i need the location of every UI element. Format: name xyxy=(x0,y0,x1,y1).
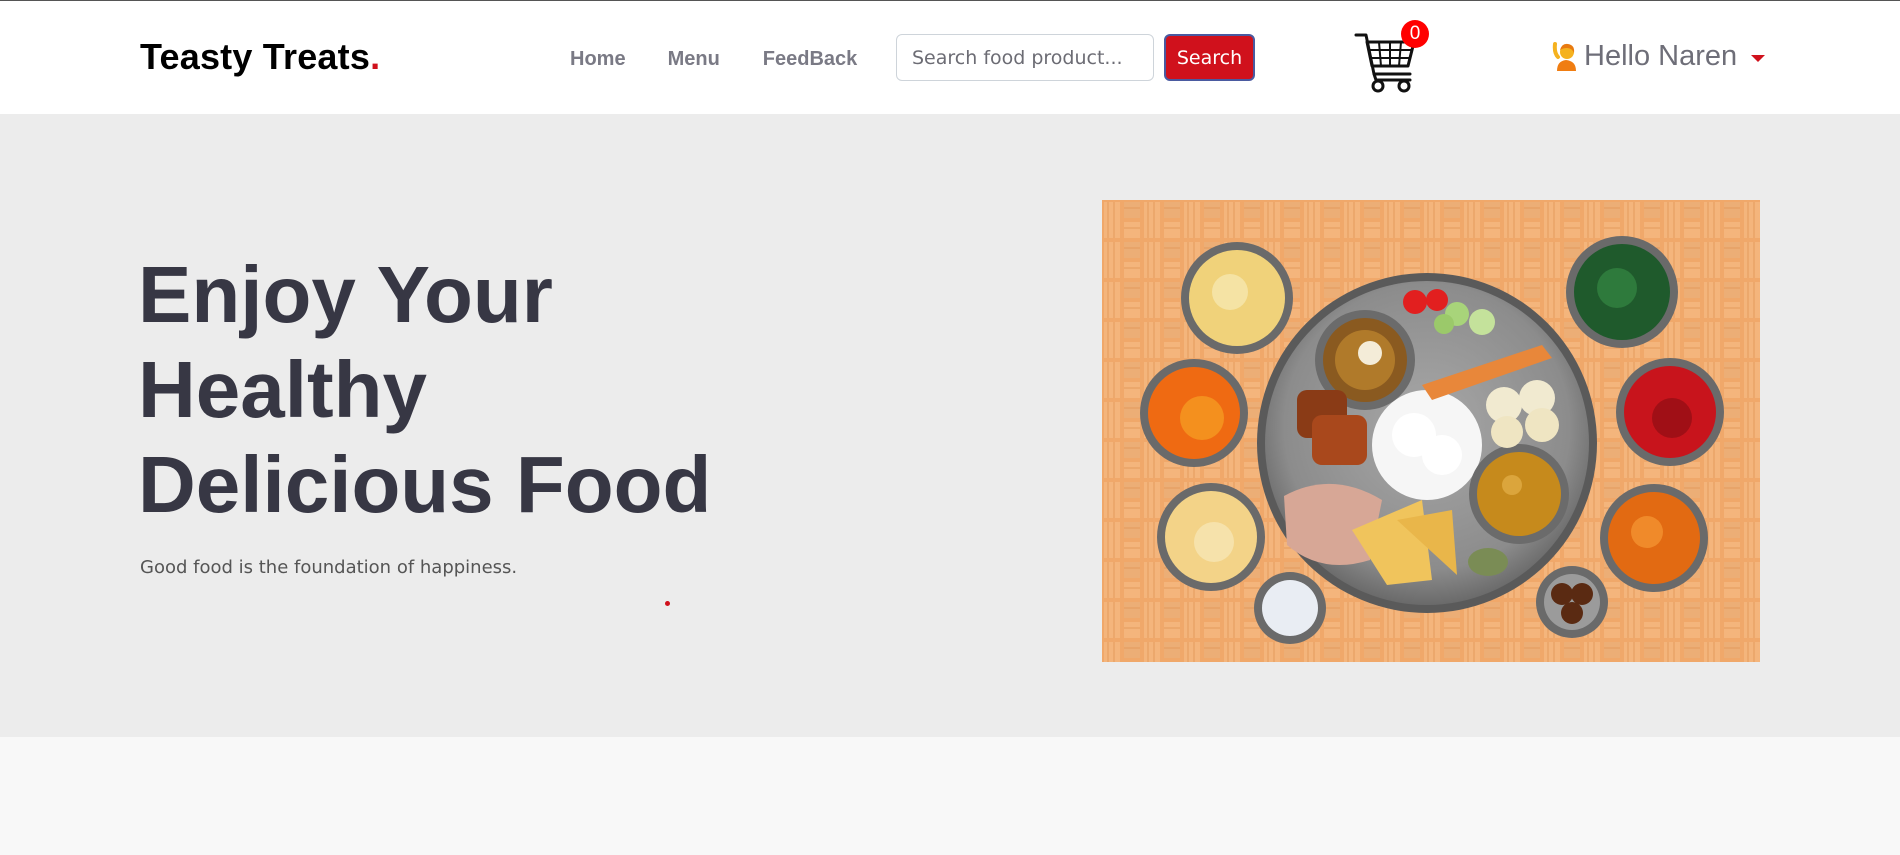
user-greeting: Hello Naren xyxy=(1584,40,1738,72)
navbar: Teasty Treats. Home Menu FeedBack Search… xyxy=(0,1,1900,114)
hero-title-line-3: Delicious Food xyxy=(138,440,712,529)
hero-title-line-1: Enjoy Your xyxy=(138,250,553,339)
chevron-down-icon xyxy=(1751,54,1766,62)
hero-title-line-2: Healthy xyxy=(138,345,427,434)
next-section-background xyxy=(0,737,1900,855)
user-dropdown[interactable]: Hello Naren xyxy=(1552,39,1766,73)
hero-subtitle: Good food is the foundation of happiness… xyxy=(140,557,518,578)
brand-name: Teasty Treats xyxy=(140,36,371,77)
nav-link-feedback[interactable]: FeedBack xyxy=(763,47,858,71)
brand-logo[interactable]: Teasty Treats. xyxy=(140,37,380,77)
search-button[interactable]: Search xyxy=(1164,34,1255,81)
brand-dot: . xyxy=(370,36,381,77)
thali-platter-image xyxy=(1102,200,1760,662)
hero-section: Enjoy Your Healthy Delicious Food Good f… xyxy=(0,114,1900,737)
cart-count-badge: 0 xyxy=(1401,20,1429,48)
nav-link-menu[interactable]: Menu xyxy=(668,47,720,71)
person-raising-hand-icon xyxy=(1552,42,1576,71)
search-input[interactable] xyxy=(896,34,1154,81)
main-nav: Home Menu FeedBack xyxy=(558,47,857,71)
hero-title: Enjoy Your Healthy Delicious Food xyxy=(138,247,758,532)
nav-link-home[interactable]: Home xyxy=(570,47,626,71)
decorative-dot xyxy=(665,601,670,606)
